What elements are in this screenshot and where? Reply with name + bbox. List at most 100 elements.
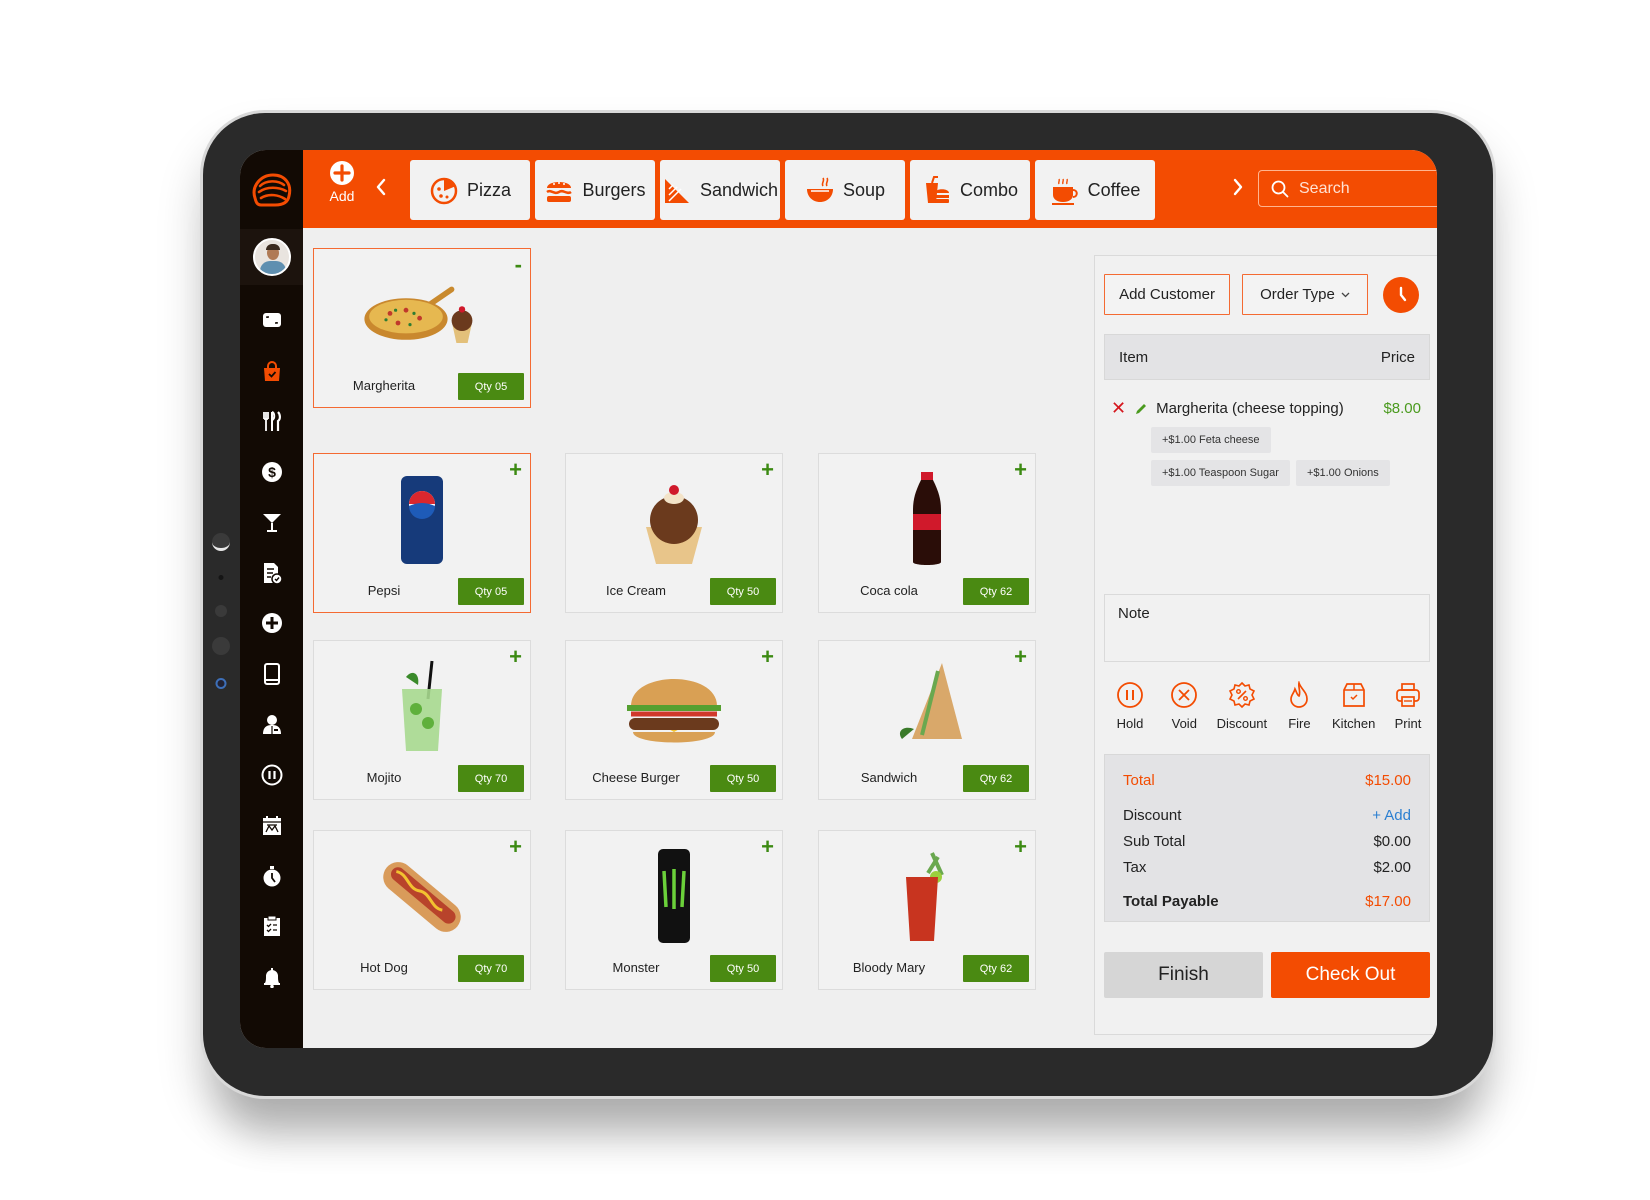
add-to-order-icon[interactable]: + — [509, 457, 522, 483]
quantity-badge: Qty 50 — [710, 955, 776, 982]
sidebar-item-cutlery[interactable] — [240, 396, 303, 447]
sidebar-item-calendar[interactable] — [240, 800, 303, 851]
add-to-order-icon[interactable]: + — [1014, 834, 1027, 860]
print-action-button[interactable]: Print — [1386, 681, 1430, 731]
sidebar-item-cocktail[interactable] — [240, 497, 303, 548]
note-field[interactable]: Note — [1104, 594, 1430, 662]
category-tab-burgers[interactable]: Burgers — [535, 160, 655, 220]
sidebar-item-shopping-bag[interactable] — [240, 346, 303, 397]
app-logo[interactable] — [240, 150, 303, 229]
categories-next-button[interactable] — [1228, 172, 1248, 202]
order-actions: Hold Void Discount Fire Kitchen Print — [1104, 681, 1430, 731]
sidebar-item-stopwatch[interactable] — [240, 851, 303, 902]
product-image — [867, 657, 987, 757]
product-card-coca-cola[interactable]: + Coca cola Qty 62 — [818, 453, 1036, 613]
checkout-button[interactable]: Check Out — [1271, 952, 1430, 998]
tax-label: Tax — [1123, 858, 1147, 876]
x-circle-icon — [1171, 682, 1198, 708]
discount-action-button[interactable]: Discount — [1216, 681, 1268, 731]
category-tab-combo[interactable]: Combo — [910, 160, 1030, 220]
kitchen-action-button[interactable]: Kitchen — [1332, 681, 1376, 731]
line-item-price: $8.00 — [1383, 400, 1421, 417]
order-line-item: ✕ Margherita (cheese topping) $8.00 +$1.… — [1111, 398, 1421, 486]
add-button[interactable]: Add — [325, 160, 359, 204]
sidebar-item-plus-circle[interactable] — [240, 598, 303, 649]
action-label: Discount — [1216, 716, 1268, 731]
sensor — [215, 605, 227, 617]
quantity-badge: Qty 50 — [710, 578, 776, 605]
hold-action-button[interactable]: Hold — [1108, 681, 1152, 731]
avatar[interactable] — [252, 238, 291, 276]
edit-item-icon[interactable] — [1134, 402, 1148, 416]
quantity-badge: Qty 62 — [963, 765, 1029, 792]
product-card-sandwich[interactable]: + Sandwich Qty 62 — [818, 640, 1036, 800]
add-to-order-icon[interactable]: + — [1014, 644, 1027, 670]
top-bar: Add Pizza Burgers Sandwich Soup Combo Coffee … — [303, 150, 1437, 228]
category-tab-soup[interactable]: Soup — [785, 160, 905, 220]
modifier-chip: +$1.00 Onions — [1295, 460, 1390, 486]
category-tabs: Pizza Burgers Sandwich Soup Combo Coffee — [410, 160, 1155, 220]
sidebar-nav: $ — [240, 285, 303, 1002]
category-label: Pizza — [466, 179, 511, 200]
product-name: Coca cola — [860, 583, 918, 598]
sensor — [212, 637, 230, 655]
total-row: Total $15.00 — [1123, 767, 1411, 793]
add-to-order-icon[interactable]: + — [509, 834, 522, 860]
order-history-button[interactable] — [1383, 276, 1419, 313]
add-to-order-icon[interactable]: + — [1014, 457, 1027, 483]
tablet-icon — [263, 662, 280, 685]
sidebar-item-tablet[interactable] — [240, 649, 303, 700]
category-tab-pizza[interactable]: Pizza — [410, 160, 530, 220]
order-submit-buttons: Finish Check Out — [1104, 952, 1430, 998]
pause-circle-icon — [261, 764, 282, 786]
product-card-hot-dog[interactable]: + Hot Dog Qty 70 — [313, 830, 531, 990]
sidebar-item-chef[interactable] — [240, 699, 303, 750]
category-label: Combo — [959, 179, 1019, 200]
plus-circle-icon — [330, 161, 354, 185]
category-tab-sandwich[interactable]: Sandwich — [660, 160, 780, 220]
chef-icon — [262, 715, 281, 735]
sidebar-item-bell[interactable] — [240, 952, 303, 1003]
sidebar: $ — [240, 150, 303, 1048]
search-input[interactable]: Search — [1258, 170, 1437, 207]
quantity-badge: Qty 70 — [458, 765, 524, 792]
categories-prev-button[interactable] — [371, 172, 391, 202]
discount-label: Discount — [1123, 806, 1182, 824]
sidebar-item-expand[interactable] — [240, 295, 303, 346]
discount-badge-icon — [1228, 681, 1255, 709]
fire-action-button[interactable]: Fire — [1277, 681, 1321, 731]
sidebar-item-document-check[interactable] — [240, 548, 303, 599]
category-tab-coffee[interactable]: Coffee — [1035, 160, 1155, 220]
fire-icon — [1290, 681, 1309, 708]
stopwatch-icon — [263, 865, 280, 887]
quantity-badge: Qty 05 — [458, 373, 524, 400]
sidebar-item-clipboard[interactable] — [240, 901, 303, 952]
printer-icon — [1396, 683, 1420, 707]
product-card-pepsi[interactable]: + Pepsi Qty 05 — [313, 453, 531, 613]
quantity-badge: Qty 50 — [710, 765, 776, 792]
product-card-bloody-mary[interactable]: + Bloody Mary Qty 62 — [818, 830, 1036, 990]
add-discount-link[interactable]: + Add — [1372, 807, 1411, 824]
add-to-order-icon[interactable]: + — [761, 644, 774, 670]
bell-icon — [263, 967, 280, 988]
add-to-order-icon[interactable]: + — [761, 834, 774, 860]
product-card-cheese-burger[interactable]: + Cheese Burger Qty 50 — [565, 640, 783, 800]
order-type-dropdown[interactable]: Order Type — [1242, 274, 1368, 315]
product-card-mojito[interactable]: + Mojito Qty 70 — [313, 640, 531, 800]
remove-item-icon[interactable]: ✕ — [1111, 398, 1126, 419]
product-card-monster[interactable]: + Monster Qty 50 — [565, 830, 783, 990]
add-customer-button[interactable]: Add Customer — [1104, 274, 1230, 315]
add-to-order-icon[interactable]: + — [509, 644, 522, 670]
product-card-ice-cream[interactable]: + Ice Cream Qty 50 — [565, 453, 783, 613]
sidebar-item-dollar[interactable]: $ — [240, 447, 303, 498]
product-card-margherita[interactable]: - Margherita Qty 05 — [313, 248, 531, 408]
sidebar-item-pause-circle[interactable] — [240, 750, 303, 801]
remove-quantity-icon[interactable]: - — [515, 252, 522, 278]
add-customer-label: Add Customer — [1119, 286, 1215, 303]
category-label: Sandwich — [699, 179, 779, 200]
add-to-order-icon[interactable]: + — [761, 457, 774, 483]
product-name: Hot Dog — [360, 960, 408, 975]
calendar-icon — [262, 816, 281, 836]
void-action-button[interactable]: Void — [1162, 681, 1206, 731]
finish-button[interactable]: Finish — [1104, 952, 1263, 998]
